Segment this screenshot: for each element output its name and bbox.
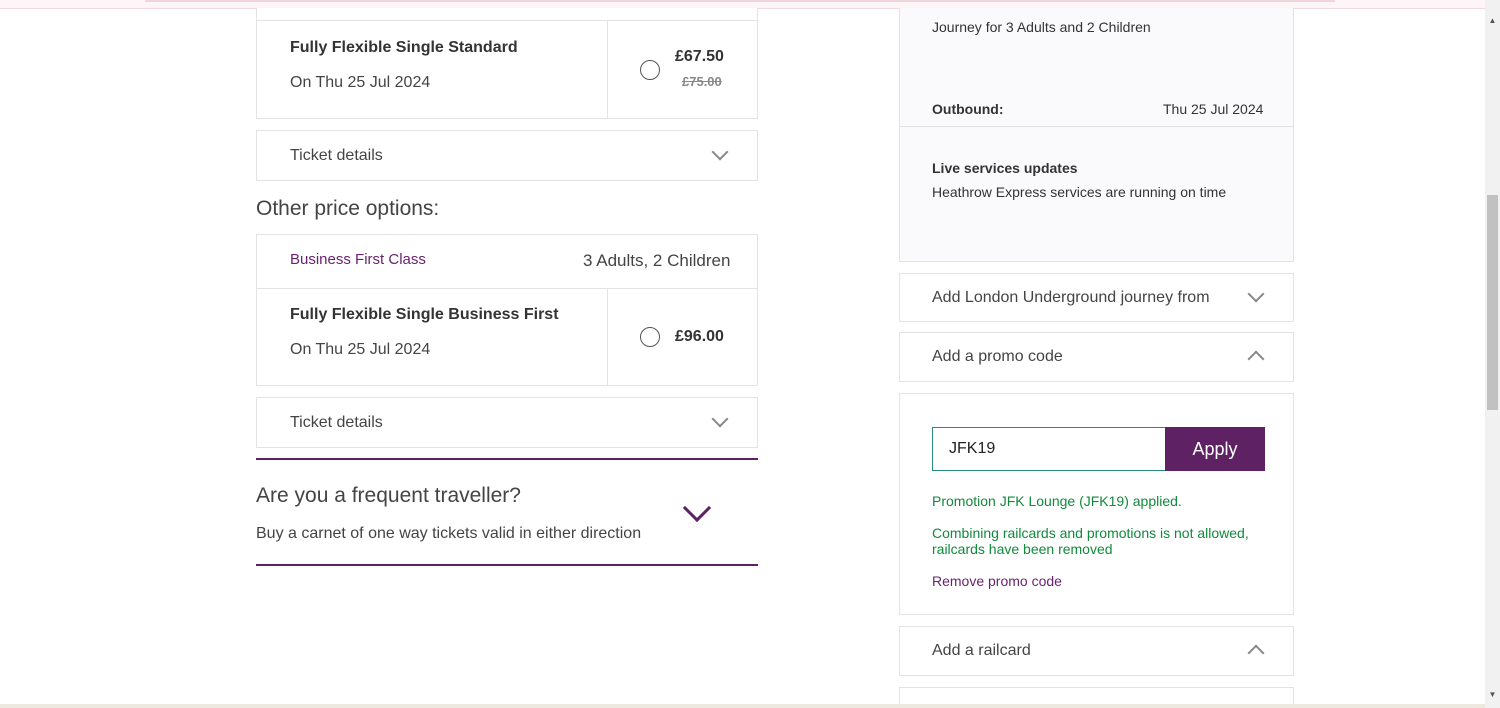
promo-accordion-label: Add a promo code	[932, 348, 1063, 365]
underground-accordion-label: Add London Underground journey from	[932, 289, 1210, 306]
business-price-divider	[607, 288, 608, 386]
journey-summary-panel	[899, 8, 1294, 262]
live-updates-title: Live services updates	[932, 160, 1078, 176]
standard-ticket-old-price: £75.00	[682, 74, 722, 89]
standard-ticket-details-toggle[interactable]: Ticket details	[256, 130, 758, 181]
journey-for-text: Journey for 3 Adults and 2 Children	[932, 19, 1151, 35]
remove-promo-link[interactable]: Remove promo code	[932, 573, 1062, 589]
underground-accordion[interactable]: Add London Underground journey from	[899, 273, 1294, 322]
chevron-down-icon	[711, 410, 729, 428]
card-header-divider	[256, 288, 758, 289]
summary-divider	[899, 126, 1294, 127]
chevron-up-icon	[1247, 350, 1265, 368]
bottom-strip	[0, 704, 1485, 708]
business-ticket-date: On Thu 25 Jul 2024	[290, 341, 431, 358]
ticket-details-label: Ticket details	[290, 414, 383, 431]
business-ticket-name: Fully Flexible Single Business First	[290, 306, 559, 323]
scroll-up-arrow-icon[interactable]: ▲	[1487, 16, 1498, 26]
railcard-warning-line2: railcards have been removed	[932, 541, 1113, 557]
business-first-class-label: Business First Class	[290, 251, 426, 268]
business-ticket-radio[interactable]	[640, 327, 660, 347]
apply-promo-button[interactable]: Apply	[1165, 427, 1265, 471]
promo-accordion[interactable]: Add a promo code	[899, 332, 1294, 382]
chevron-down-icon	[711, 143, 729, 161]
frequent-bottom-rule	[256, 564, 758, 566]
railcard-accordion[interactable]: Add a railcard	[899, 626, 1294, 676]
frequent-traveller-title: Are you a frequent traveller?	[256, 484, 521, 507]
standard-ticket-price: £67.50	[675, 48, 724, 65]
standard-ticket-name: Fully Flexible Single Standard	[290, 39, 518, 56]
scroll-down-arrow-icon[interactable]: ▼	[1487, 690, 1498, 700]
card-top-divider	[256, 20, 758, 21]
chevron-up-icon	[1247, 644, 1265, 662]
railcard-accordion-label: Add a railcard	[932, 642, 1031, 659]
standard-ticket-radio[interactable]	[640, 60, 660, 80]
chevron-down-icon	[1247, 285, 1265, 303]
standard-ticket-date: On Thu 25 Jul 2024	[290, 74, 431, 91]
other-price-options-title: Other price options:	[256, 197, 440, 220]
frequent-traveller-subtitle: Buy a carnet of one way tickets valid in…	[256, 525, 642, 542]
promo-applied-message: Promotion JFK Lounge (JFK19) applied.	[932, 493, 1182, 509]
live-updates-text: Heathrow Express services are running on…	[932, 184, 1227, 200]
standard-price-divider	[607, 20, 608, 119]
business-ticket-price: £96.00	[675, 328, 724, 345]
ticket-details-label: Ticket details	[290, 147, 383, 164]
scrollbar-thumb[interactable]	[1487, 195, 1498, 410]
business-ticket-details-toggle[interactable]: Ticket details	[256, 397, 758, 448]
railcard-warning-line1: Combining railcards and promotions is no…	[932, 525, 1249, 541]
frequent-top-rule	[256, 458, 758, 460]
passengers-label: 3 Adults, 2 Children	[583, 251, 731, 270]
promo-code-input[interactable]	[932, 427, 1166, 471]
outbound-date: Thu 25 Jul 2024	[1163, 101, 1264, 117]
outbound-label: Outbound:	[932, 101, 1004, 117]
frequent-traveller-expand-icon[interactable]	[682, 493, 712, 523]
